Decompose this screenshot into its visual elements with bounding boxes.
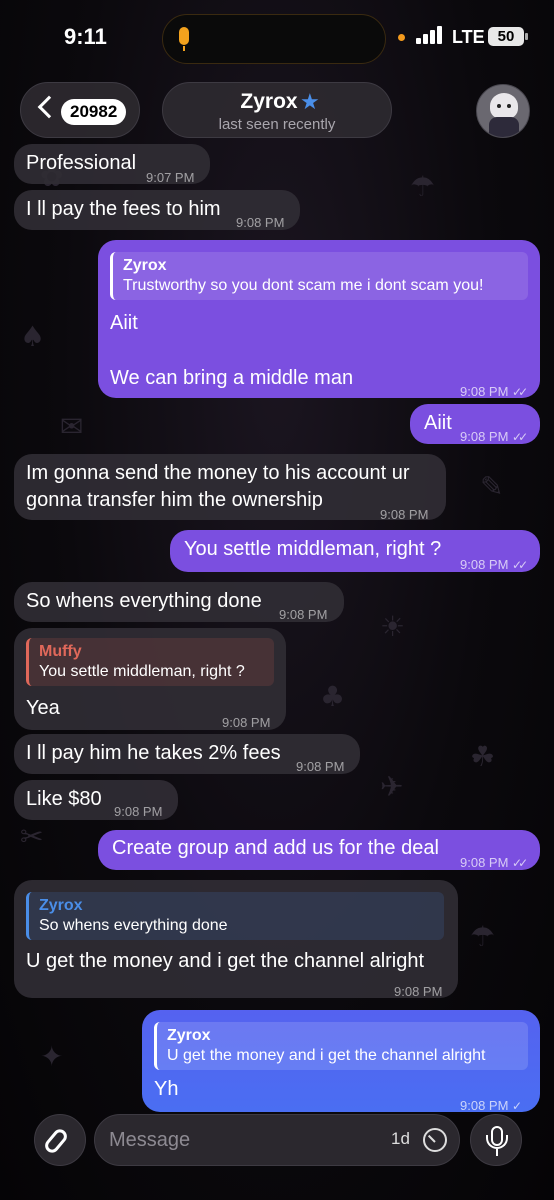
message-bubble-incoming[interactable]: So whens everything done 9:08 PM [14, 582, 344, 622]
message-time: 9:08 PM [460, 557, 509, 572]
message-bubble-incoming[interactable]: Zyrox So whens everything done U get the… [14, 880, 458, 999]
message-time: 9:08 PM [394, 984, 443, 999]
back-button[interactable]: 20982 [20, 82, 140, 138]
message-bubble-incoming[interactable]: Professional 9:07 PM [14, 144, 210, 185]
message-bubble-outgoing[interactable]: Create group and add us for the deal 9:0… [98, 830, 540, 870]
chevron-left-icon [37, 95, 61, 119]
reply-author: Zyrox [39, 897, 83, 914]
doodle-icon: ✂ [20, 820, 44, 853]
contact-name: Zyrox [240, 90, 298, 113]
message-bubble-outgoing[interactable]: Zyrox Trustworthy so you dont scam me i … [98, 240, 540, 399]
message-text: Im gonna send the money to his account u… [26, 462, 410, 484]
single-check-icon: ✓ [512, 1099, 522, 1113]
doodle-icon: ☀ [380, 610, 406, 643]
paperclip-icon [42, 1126, 70, 1156]
message-time: 9:08 PM [460, 384, 509, 399]
message-bubble-outgoing[interactable]: You settle middleman, right ? 9:08 PM ✓✓ [170, 530, 540, 572]
status-bar: 9:11 LTE 50 [0, 0, 554, 76]
message-time: 9:08 PM [296, 759, 345, 774]
star-icon: ★ [300, 89, 320, 114]
attach-button[interactable] [34, 1114, 86, 1166]
message-bubble-incoming[interactable]: Muffy You settle middleman, right ? Yea … [14, 628, 286, 730]
message-text: You settle middleman, right ? [184, 538, 442, 560]
message-time: 9:07 PM [146, 170, 195, 185]
reply-text: Trustworthy so you dont scam me i dont s… [123, 277, 484, 294]
doodle-icon: ♣ [320, 680, 346, 713]
message-text: Aiit [110, 312, 138, 334]
reply-author: Muffy [39, 643, 82, 660]
message-time: 9:08 PM [222, 715, 271, 730]
privacy-dot-icon [398, 34, 405, 41]
message-text: Yh [154, 1078, 179, 1100]
message-bubble-incoming[interactable]: Im gonna send the money to his account u… [14, 454, 446, 522]
message-bubble-incoming[interactable]: I ll pay the fees to him 9:08 PM [14, 190, 300, 230]
reply-quote[interactable]: Zyrox So whens everything done [26, 892, 444, 940]
message-input[interactable] [109, 1127, 369, 1153]
message-bubble-incoming[interactable]: I ll pay him he takes 2% fees 9:08 PM [14, 734, 360, 774]
reply-quote[interactable]: Zyrox Trustworthy so you dont scam me i … [110, 252, 528, 300]
message-time: 9:08 PM [236, 215, 285, 230]
message-time: 9:08 PM [279, 607, 328, 622]
message-text: I ll pay him he takes 2% fees [26, 742, 281, 764]
reply-author: Zyrox [167, 1027, 211, 1044]
reply-text: U get the money and i get the channel al… [167, 1047, 486, 1064]
doodle-icon: ♠ [20, 320, 46, 353]
message-text: Yea [26, 697, 60, 719]
last-seen-status: last seen recently [218, 116, 336, 133]
doodle-icon: ☘ [470, 740, 496, 773]
message-input-field[interactable]: 1d [94, 1114, 460, 1166]
avatar[interactable] [476, 84, 530, 138]
unread-badge: 20982 [61, 99, 127, 125]
message-bubble-outgoing[interactable]: Aiit 9:08 PM ✓✓ [410, 404, 540, 444]
network-label: LTE [452, 27, 485, 47]
signal-bars-icon [416, 26, 444, 44]
message-bubble-outgoing[interactable]: Zyrox U get the money and i get the chan… [142, 1010, 540, 1113]
message-text: gonna transfer him the ownership [26, 489, 323, 511]
message-time: 9:08 PM [114, 804, 163, 819]
doodle-icon: ✦ [40, 1040, 64, 1073]
reply-quote[interactable]: Muffy You settle middleman, right ? [26, 638, 274, 686]
message-text: Professional [26, 152, 137, 174]
doodle-icon: ☂ [470, 920, 496, 953]
doodle-icon: ✈ [380, 770, 404, 803]
reply-text: So whens everything done [39, 917, 228, 934]
doodle-icon: ✉ [60, 410, 84, 443]
double-check-icon: ✓✓ [512, 558, 528, 572]
auto-delete-timer-label: 1d [391, 1129, 410, 1148]
message-text: Aiit [424, 412, 452, 434]
dynamic-island [162, 14, 386, 64]
clock: 9:11 [64, 24, 107, 49]
message-text: Create group and add us for the deal [112, 837, 439, 859]
message-text: So whens everything done [26, 590, 262, 612]
doodle-icon: ☂ [410, 170, 436, 203]
battery-icon: 50 [488, 27, 524, 46]
chat-title[interactable]: Zyrox ★ last seen recently [162, 82, 392, 138]
microphone-indicator-icon [179, 27, 189, 45]
message-time: 9:08 PM [380, 507, 429, 522]
reply-quote[interactable]: Zyrox U get the money and i get the chan… [154, 1022, 528, 1070]
double-check-icon: ✓✓ [512, 385, 528, 399]
message-time: 9:08 PM [460, 429, 509, 444]
message-time: 9:08 PM [460, 1098, 509, 1113]
double-check-icon: ✓✓ [512, 856, 528, 870]
reply-text: You settle middleman, right ? [39, 663, 245, 680]
message-text: Like $80 [26, 788, 102, 810]
message-text: I ll pay the fees to him [26, 198, 221, 220]
double-check-icon: ✓✓ [512, 430, 528, 444]
message-time: 9:08 PM [460, 855, 509, 870]
doodle-icon: ✎ [480, 470, 504, 503]
message-text: We can bring a middle man [110, 367, 354, 389]
voice-record-button[interactable] [470, 1114, 522, 1166]
message-text: U get the money and i get the channel al… [26, 950, 425, 972]
message-bubble-incoming[interactable]: Like $80 9:08 PM [14, 780, 178, 820]
reply-author: Zyrox [123, 257, 167, 274]
timer-icon[interactable] [423, 1128, 447, 1152]
